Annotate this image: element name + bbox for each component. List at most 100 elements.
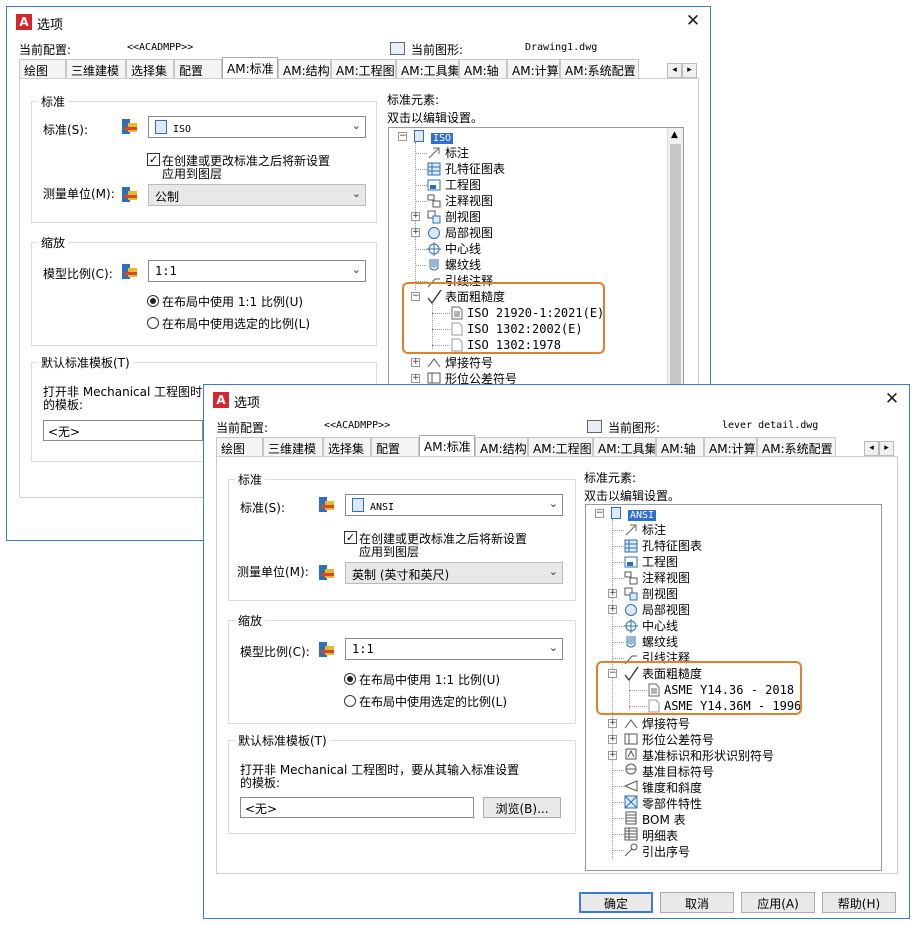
tab-am-system[interactable]: AM:系统配置 [757,437,836,456]
tab-am-calc[interactable]: AM:计算 [507,59,560,78]
scale-icon [319,642,334,657]
unit-combo[interactable]: 公制 ⌄ [148,184,366,206]
radio-1to1[interactable] [344,673,356,685]
tab-am-structure[interactable]: AM:结构 [278,59,331,78]
expand-root-icon[interactable]: − [398,132,407,141]
expand-weld-icon[interactable]: + [608,719,617,728]
tree-item-bom[interactable]: BOM 表 [642,812,686,828]
standard-combo[interactable]: ANSI ⌄ [345,494,563,516]
scale-combo[interactable]: 1:1 ⌄ [345,638,563,660]
tree-item-thread[interactable]: 螺纹线 [642,634,678,650]
title-bar[interactable]: A 选项 ✕ [204,385,909,415]
expand-root-icon[interactable]: − [595,509,604,518]
tab-selection[interactable]: 选择集 [323,437,371,456]
tab-am-structure[interactable]: AM:结构 [475,437,528,456]
scale-group-title: 缩放 [38,234,69,251]
browse-button[interactable]: 浏览(B)... [483,797,561,818]
title-bar[interactable]: A 选项 ✕ [7,7,710,37]
tree-item-datum-target[interactable]: 基准目标符号 [642,764,714,780]
tab-am-standard[interactable]: AM:标准 [419,435,475,456]
tree-item-hole-chart[interactable]: 孔特征图表 [445,161,505,177]
tab-am-system[interactable]: AM:系统配置 [560,59,639,78]
tree-item-thread[interactable]: 螺纹线 [445,257,481,273]
tab-scroll-right[interactable]: ▸ [682,63,697,78]
tree-item-centerline[interactable]: 中心线 [642,618,678,634]
tab-am-shaft[interactable]: AM:轴 [656,437,704,456]
template-input[interactable]: <无> [43,420,203,441]
tree-item-dimension[interactable]: 标注 [642,522,666,538]
tab-scroll-left[interactable]: ◂ [667,63,682,78]
current-profile-label: 当前配置: [216,421,269,435]
tree-item-drawing[interactable]: 工程图 [642,554,678,570]
template-group-title: 默认标准模板(T) [235,732,330,749]
tree-item-part-properties[interactable]: 零部件特性 [642,796,702,812]
scrollbar-thumb[interactable] [670,144,681,384]
tree-root[interactable]: ANSI [628,506,657,522]
expand-datum-icon[interactable]: + [608,751,617,760]
tab-draw[interactable]: 绘图 [19,59,66,78]
tab-profiles[interactable]: 配置 [174,59,222,78]
tab-scroll-right[interactable]: ▸ [879,441,894,456]
tab-profiles[interactable]: 配置 [371,437,419,456]
tree-item-parts-list[interactable]: 明细表 [642,828,678,844]
close-icon[interactable]: ✕ [684,11,702,31]
expand-detail-icon[interactable]: + [608,605,617,614]
expand-gdt-icon[interactable]: + [608,735,617,744]
radio-selected-scale[interactable] [147,317,159,329]
tab-scroll-left[interactable]: ◂ [864,441,879,456]
tab-am-calc[interactable]: AM:计算 [704,437,757,456]
tab-draw[interactable]: 绘图 [216,437,263,456]
expand-section-icon[interactable]: + [608,589,617,598]
tree-item-annotation-view[interactable]: 注释视图 [642,570,690,586]
scroll-up-icon[interactable]: ▲ [671,130,678,140]
tab-3d-modeling[interactable]: 三维建模 [66,59,126,78]
expand-detail-icon[interactable]: + [411,228,420,237]
expand-weld-icon[interactable]: + [411,358,420,367]
tree-root[interactable]: ISO [431,129,454,145]
tree-item-detail-view[interactable]: 局部视图 [642,602,690,618]
radio-selected-scale[interactable] [344,695,356,707]
tree-item-dimension[interactable]: 标注 [445,145,469,161]
tab-am-drawing[interactable]: AM:工程图 [331,59,396,78]
tab-am-drawing[interactable]: AM:工程图 [528,437,593,456]
tree-item-annotation-view[interactable]: 注释视图 [445,193,493,209]
tab-am-toolset[interactable]: AM:工具集 [396,59,459,78]
elements-label: 标准元素: [584,471,637,485]
unit-combo[interactable]: 英制 (英寸和英尺) ⌄ [345,562,563,584]
expand-gdt-icon[interactable]: + [411,374,420,383]
tree-item-taper-slope[interactable]: 锥度和斜度 [642,780,702,796]
tree-item-weld[interactable]: 焊接符号 [445,355,493,371]
tree-item-hole-chart[interactable]: 孔特征图表 [642,538,702,554]
tree-scrollbar[interactable]: ▲ [667,128,683,388]
tree-item-gdt[interactable]: 形位公差符号 [642,732,714,748]
radio-1to1[interactable] [147,295,159,307]
tab-am-shaft[interactable]: AM:轴 [459,59,507,78]
tab-3d-modeling[interactable]: 三维建模 [263,437,323,456]
cancel-button[interactable]: 取消 [660,892,734,913]
tab-am-toolset[interactable]: AM:工具集 [593,437,656,456]
unit-icon [319,565,334,580]
datum-identifier-icon [624,748,638,762]
standard-combo[interactable]: ISO ⌄ [148,116,366,138]
ansi-icon [352,498,364,512]
tree-item-weld[interactable]: 焊接符号 [642,716,690,732]
expand-section-icon[interactable]: + [411,212,420,221]
tree-item-balloon[interactable]: 引出序号 [642,844,690,860]
template-text-2: 的模板: [240,776,281,790]
tree-item-centerline[interactable]: 中心线 [445,241,481,257]
apply-layers-checkbox[interactable]: ✓ [344,531,357,544]
tree-item-section-view[interactable]: 剖视图 [445,209,481,225]
template-input[interactable]: <无> [240,797,474,818]
scale-combo[interactable]: 1:1 ⌄ [148,260,366,282]
tree-item-detail-view[interactable]: 局部视图 [445,225,493,241]
tab-selection[interactable]: 选择集 [126,59,174,78]
tree-item-section-view[interactable]: 剖视图 [642,586,678,602]
help-button[interactable]: 帮助(H) [822,892,896,913]
tree-item-datum-identifier[interactable]: 基准标识和形状识别符号 [642,748,774,764]
apply-layers-checkbox[interactable]: ✓ [147,153,160,166]
tree-item-drawing[interactable]: 工程图 [445,177,481,193]
close-icon[interactable]: ✕ [883,389,901,409]
tab-am-standard[interactable]: AM:标准 [222,57,278,78]
apply-button[interactable]: 应用(A) [741,892,815,913]
ok-button[interactable]: 确定 [579,892,653,913]
